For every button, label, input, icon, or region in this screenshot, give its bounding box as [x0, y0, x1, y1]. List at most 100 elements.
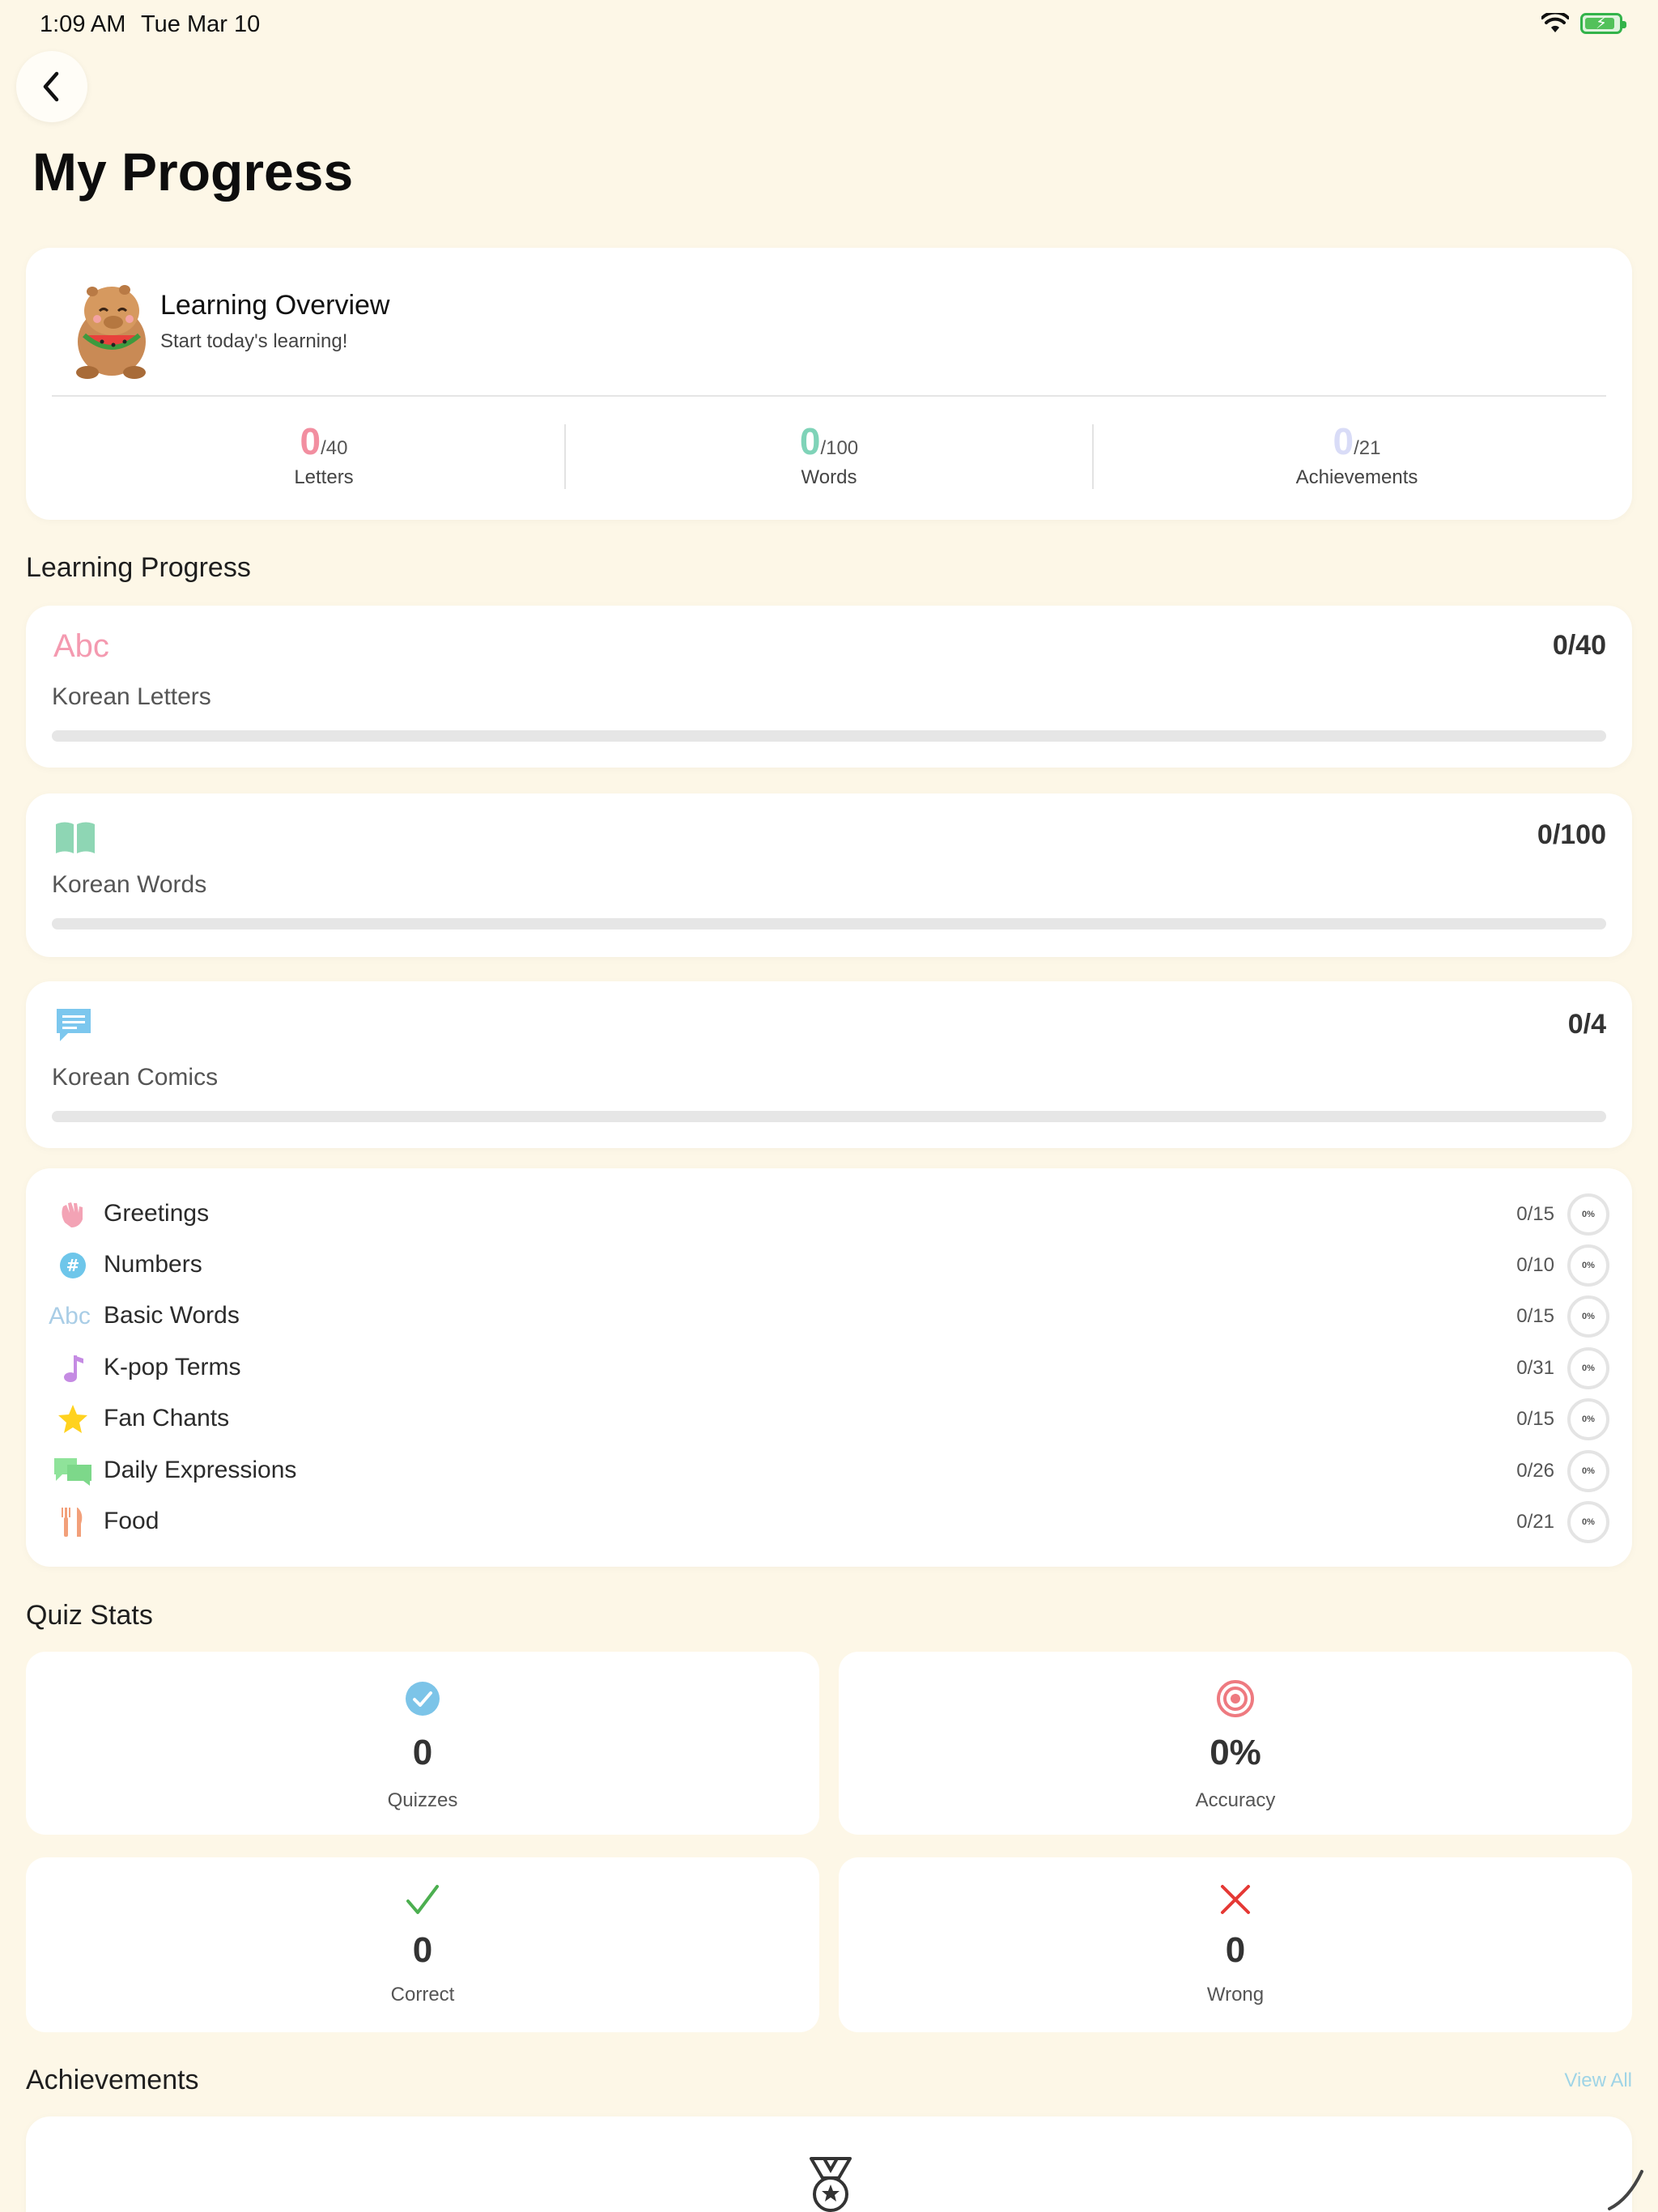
quiz-stats-title: Quiz Stats: [26, 1600, 153, 1631]
progress-bar: [52, 918, 1606, 929]
abc-icon: Abc: [53, 628, 109, 664]
chevron-left-icon: [43, 71, 59, 102]
speech-bubbles-icon: [50, 1447, 96, 1495]
category-item-fan-chants[interactable]: Fan Chants 0/15 0%: [26, 1395, 1632, 1444]
stat-label: Achievements: [1295, 466, 1418, 488]
category-name: Numbers: [104, 1251, 202, 1278]
category-list: Greetings 0/15 0% # Numbers 0/10 0% Abc …: [26, 1168, 1632, 1567]
quiz-stat-wrong: 0 Wrong: [839, 1857, 1632, 2032]
status-date: Tue Mar 10: [141, 11, 261, 37]
category-item-greetings[interactable]: Greetings 0/15 0%: [26, 1190, 1632, 1239]
stat-total: /21: [1354, 437, 1381, 459]
quiz-stat-accuracy: 0% Accuracy: [839, 1652, 1632, 1835]
quiz-stat-quizzes: 0 Quizzes: [26, 1652, 819, 1835]
overview-stat-letters: 0/40 Letters: [73, 419, 575, 489]
progress-count: 0/100: [1537, 819, 1606, 850]
category-name: Basic Words: [104, 1302, 240, 1329]
wifi-icon: [1541, 13, 1569, 32]
quiz-stat-correct: 0 Correct: [26, 1857, 819, 2032]
waving-hand-icon: [50, 1190, 96, 1239]
progress-ring: 0%: [1567, 1347, 1609, 1389]
progress-count: 0/40: [1552, 630, 1606, 661]
category-count: 0/21: [1516, 1511, 1554, 1533]
category-name: Fan Chants: [104, 1405, 230, 1431]
quiz-stat-label: Wrong: [1206, 1984, 1265, 2006]
learning-overview-card: Learning Overview Start today's learning…: [26, 248, 1632, 520]
quiz-stat-value: 0%: [1209, 1733, 1261, 1772]
number-sign-icon: #: [50, 1241, 96, 1290]
quiz-stat-label: Correct: [390, 1984, 455, 2006]
achievements-card: [26, 2116, 1632, 2212]
view-all-link[interactable]: View All: [1564, 2069, 1632, 2092]
progress-card-korean-words[interactable]: 0/100 Korean Words: [26, 793, 1632, 957]
category-item-food[interactable]: Food 0/21 0%: [26, 1498, 1632, 1546]
overview-subtitle: Start today's learning!: [160, 330, 348, 352]
book-icon: [56, 822, 95, 853]
scroll-edge-icon: [1608, 2170, 1643, 2210]
music-note-icon: [50, 1344, 96, 1393]
status-time: 1:09 AM: [40, 11, 126, 37]
stat-label: Words: [801, 466, 857, 488]
category-count: 0/10: [1516, 1254, 1554, 1276]
stat-value: 0: [300, 420, 321, 462]
progress-card-korean-letters[interactable]: Abc 0/40 Korean Letters: [26, 606, 1632, 768]
progress-ring: 0%: [1567, 1295, 1609, 1338]
capybara-mascot-icon: [76, 285, 146, 379]
back-button[interactable]: [16, 51, 87, 122]
fork-knife-icon: [50, 1498, 96, 1546]
category-count: 0/26: [1516, 1460, 1554, 1482]
progress-bar: [52, 1111, 1606, 1122]
progress-card-korean-comics[interactable]: 0/4 Korean Comics: [26, 981, 1632, 1148]
status-bar: 1:09 AM Tue Mar 10 ⚡: [0, 0, 1658, 52]
category-name: Food: [104, 1508, 159, 1534]
category-count: 0/15: [1516, 1305, 1554, 1327]
svg-text:#: #: [66, 1256, 80, 1275]
overview-title: Learning Overview: [160, 290, 390, 321]
category-item-numbers[interactable]: # Numbers 0/10 0%: [26, 1241, 1632, 1290]
check-circle-icon: [26, 1676, 819, 1721]
abc-icon-text: Abc: [49, 1303, 91, 1329]
progress-bar: [52, 730, 1606, 742]
checkmark-icon: [26, 1877, 819, 1922]
stat-total: /40: [321, 437, 348, 459]
achievements-title: Achievements: [26, 2065, 199, 2095]
quiz-stat-value: 0: [412, 1930, 433, 1970]
category-name: Greetings: [104, 1200, 210, 1227]
category-count: 0/15: [1516, 1203, 1554, 1225]
progress-label: Korean Comics: [52, 1064, 219, 1091]
overview-separator: [564, 424, 566, 489]
overview-separator: [1092, 424, 1094, 489]
progress-ring: 0%: [1567, 1244, 1609, 1287]
progress-ring: 0%: [1567, 1501, 1609, 1543]
progress-count: 0/4: [1567, 1009, 1606, 1040]
category-name: Daily Expressions: [104, 1457, 297, 1483]
category-name: K-pop Terms: [104, 1354, 241, 1380]
quiz-stat-value: 0: [1225, 1930, 1246, 1970]
chat-bubble-icon: [57, 1009, 91, 1041]
overview-stat-words: 0/100 Words: [578, 419, 1080, 489]
x-mark-icon: [839, 1877, 1632, 1922]
stat-value: 0: [799, 420, 821, 462]
category-item-basic-words[interactable]: Abc Basic Words 0/15 0%: [26, 1292, 1632, 1341]
overview-divider: [52, 395, 1606, 397]
abc-icon: Abc: [47, 1292, 92, 1341]
category-item-kpop-terms[interactable]: K-pop Terms 0/31 0%: [26, 1344, 1632, 1393]
stat-label: Letters: [294, 466, 354, 488]
quiz-stat-value: 0: [412, 1733, 433, 1772]
progress-label: Korean Letters: [52, 683, 211, 710]
category-count: 0/31: [1516, 1357, 1554, 1379]
medal-icon: [810, 2157, 852, 2212]
learning-progress-title: Learning Progress: [26, 552, 251, 583]
overview-stat-achievements: 0/21 Achievements: [1106, 419, 1608, 489]
progress-ring: 0%: [1567, 1193, 1609, 1236]
page-title: My Progress: [32, 142, 354, 202]
stat-value: 0: [1333, 420, 1354, 462]
progress-ring: 0%: [1567, 1398, 1609, 1440]
progress-ring: 0%: [1567, 1450, 1609, 1492]
quiz-stat-label: Accuracy: [1195, 1789, 1276, 1811]
star-icon: [50, 1395, 96, 1444]
battery-icon: ⚡: [1580, 13, 1626, 34]
category-count: 0/15: [1516, 1408, 1554, 1430]
target-icon: [839, 1676, 1632, 1721]
category-item-daily-expressions[interactable]: Daily Expressions 0/26 0%: [26, 1447, 1632, 1495]
